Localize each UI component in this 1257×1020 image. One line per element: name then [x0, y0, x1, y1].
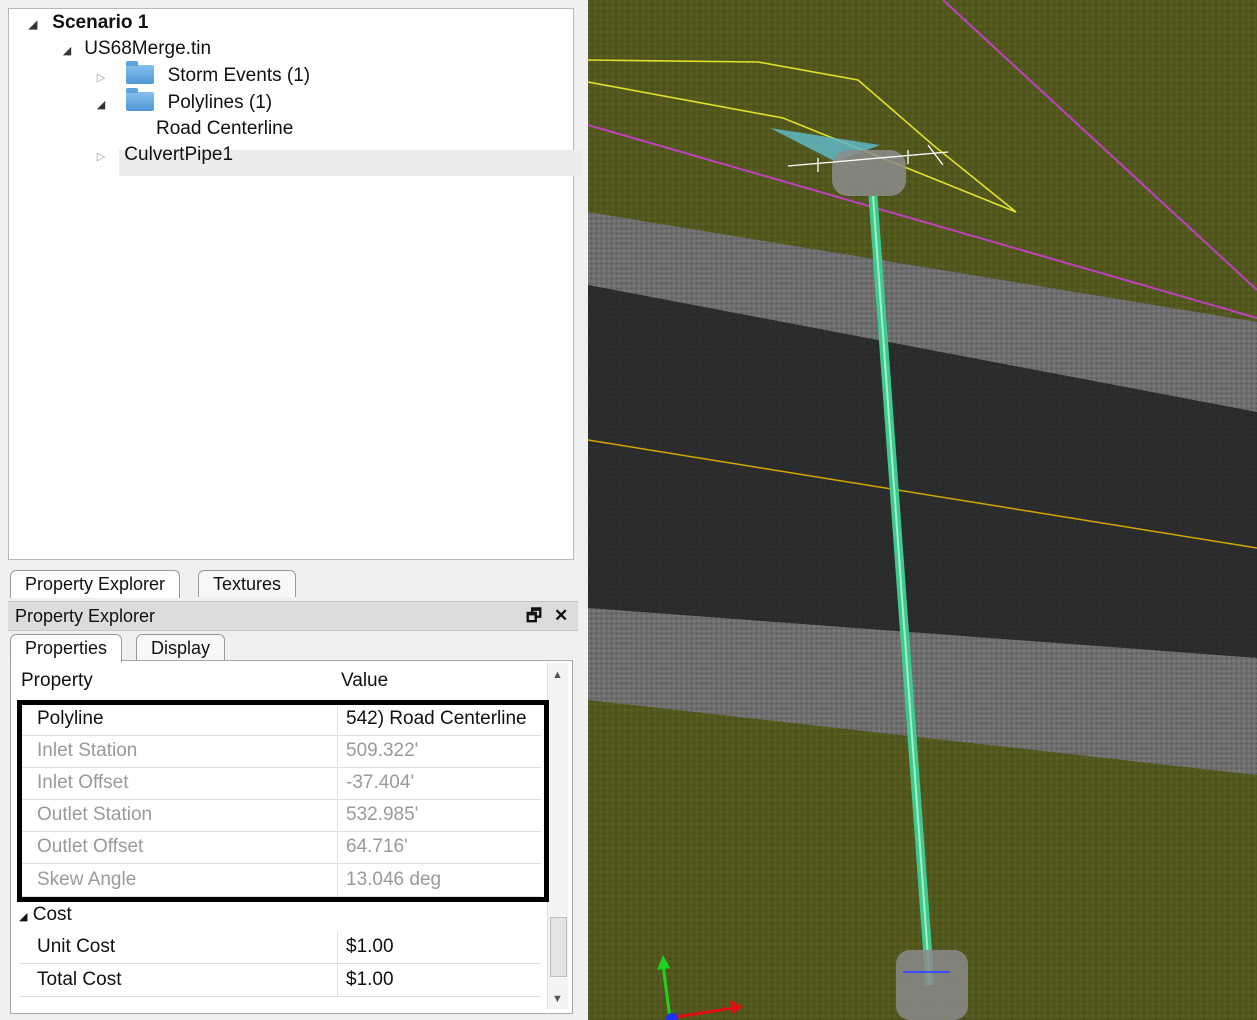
tree-node-polylines[interactable]: ◢ Polylines (1)	[93, 88, 273, 117]
3d-viewport[interactable]	[588, 0, 1257, 1020]
property-row-inlet-offset[interactable]: Inlet Offset -37.404'	[19, 767, 541, 800]
property-row-total-cost[interactable]: Total Cost $1.00	[19, 964, 541, 997]
tree-node-label: US68Merge.tin	[84, 38, 212, 59]
property-name: Polyline	[37, 708, 104, 729]
property-name: Inlet Offset	[37, 772, 129, 793]
property-value: 532.985'	[337, 799, 418, 831]
restore-icon[interactable]: 🗗	[526, 602, 542, 630]
property-name: Outlet Station	[37, 804, 153, 825]
tab-property-explorer[interactable]: Property Explorer	[10, 570, 181, 598]
tree-node-label: Polylines (1)	[167, 92, 273, 113]
tree-node-surface[interactable]: ◢ US68Merge.tin	[59, 37, 211, 61]
column-header-value[interactable]: Value	[341, 665, 388, 697]
tab-display[interactable]: Display	[136, 634, 226, 661]
property-value: 509.322'	[337, 735, 418, 767]
tree-node-culvert[interactable]: ▷ CulvertPipe1	[93, 143, 233, 167]
property-value: -37.404'	[337, 767, 414, 799]
folder-icon	[126, 88, 155, 111]
close-icon[interactable]: ✕	[554, 602, 568, 630]
3d-scene[interactable]	[588, 0, 1257, 1020]
tab-textures[interactable]: Textures	[198, 570, 297, 597]
collapsed-triangle-icon[interactable]: ▷	[93, 66, 109, 90]
scenario-tree[interactable]: ◢ Scenario 1 ◢ US68Merge.tin ▷ Storm Eve…	[8, 8, 583, 560]
property-value: 64.716'	[337, 831, 408, 863]
column-header-property[interactable]: Property	[21, 665, 93, 697]
property-name: Total Cost	[37, 969, 122, 990]
collapsed-triangle-icon[interactable]: ▷	[93, 145, 109, 169]
property-row-outlet-station[interactable]: Outlet Station 532.985'	[19, 799, 541, 832]
vertical-scrollbar[interactable]: ▲ ▼	[547, 663, 568, 1009]
tree-node-label: Scenario 1	[52, 12, 149, 33]
tree-node-label: Road Centerline	[156, 118, 294, 139]
tree-node-label: Storm Events (1)	[167, 65, 311, 86]
tree-node-storm-events[interactable]: ▷ Storm Events (1)	[93, 61, 311, 90]
property-row-unit-cost[interactable]: Unit Cost $1.00	[19, 931, 541, 964]
scroll-up-icon[interactable]: ▲	[552, 669, 563, 681]
property-subtabs: Properties Display	[8, 634, 578, 662]
property-name: Unit Cost	[37, 936, 116, 957]
category-cost[interactable]: ◢ Cost	[19, 901, 72, 929]
property-value[interactable]: $1.00	[337, 931, 394, 963]
scroll-down-icon[interactable]: ▼	[552, 993, 563, 1005]
scrollbar-thumb[interactable]	[550, 917, 567, 977]
expanded-triangle-icon[interactable]: ◢	[19, 911, 27, 923]
property-row-polyline[interactable]: Polyline 542) Road Centerline	[19, 703, 541, 736]
property-grid[interactable]: Property Value Polyline 542) Road Center…	[10, 660, 573, 1014]
panel-title: Property Explorer	[15, 606, 156, 626]
expanded-triangle-icon[interactable]: ◢	[93, 93, 109, 117]
outlet-structure	[896, 950, 968, 1020]
property-name: Inlet Station	[37, 740, 138, 761]
property-value: $1.00	[337, 964, 394, 996]
expanded-triangle-icon[interactable]: ◢	[25, 13, 41, 37]
property-value: 13.046 deg	[337, 864, 441, 896]
property-row-skew-angle[interactable]: Skew Angle 13.046 deg	[19, 864, 541, 897]
property-row-inlet-station[interactable]: Inlet Station 509.322'	[19, 735, 541, 768]
property-row-outlet-offset[interactable]: Outlet Offset 64.716'	[19, 831, 541, 864]
tree-node-road-centerline[interactable]: Road Centerline	[156, 117, 293, 141]
tree-node-label: CulvertPipe1	[124, 144, 234, 165]
explorer-tabs: Property Explorer Textures	[8, 570, 578, 598]
property-explorer-header: Property Explorer 🗗 ✕	[8, 601, 578, 631]
folder-icon	[126, 61, 155, 84]
property-value[interactable]: 542) Road Centerline	[337, 703, 527, 735]
category-label: Cost	[32, 904, 72, 925]
expanded-triangle-icon[interactable]: ◢	[59, 39, 75, 63]
property-name: Outlet Offset	[37, 836, 144, 857]
tree-node-scenario[interactable]: ◢ Scenario 1	[25, 11, 149, 37]
tab-properties[interactable]: Properties	[10, 634, 123, 662]
left-panel: ◢ Scenario 1 ◢ US68Merge.tin ▷ Storm Eve…	[0, 0, 588, 1020]
property-name: Skew Angle	[37, 869, 137, 890]
